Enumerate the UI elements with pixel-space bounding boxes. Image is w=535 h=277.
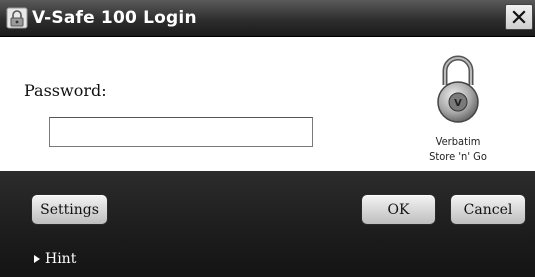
triangle-right-icon [34, 255, 40, 263]
password-label: Password: [24, 81, 107, 100]
brand-name: Verbatim [435, 135, 481, 148]
window-title: V-Safe 100 Login [32, 8, 197, 28]
lock-app-icon [6, 7, 28, 29]
padlock-icon: V [437, 55, 479, 123]
login-window: V-Safe 100 Login Password: V Verbatim St… [0, 0, 535, 277]
password-field[interactable] [49, 117, 313, 147]
cancel-button[interactable]: Cancel [450, 194, 526, 225]
close-icon [512, 10, 526, 24]
hint-toggle[interactable]: Hint [34, 251, 76, 267]
action-panel: Settings OK Cancel Hint [0, 171, 535, 277]
brand-product: Store 'n' Go [429, 150, 487, 163]
close-button[interactable] [505, 4, 533, 30]
hint-label: Hint [45, 251, 77, 267]
title-bar[interactable]: V-Safe 100 Login [0, 0, 535, 37]
ok-button[interactable]: OK [361, 194, 436, 225]
svg-text:V: V [454, 98, 462, 109]
login-form-area: Password: V Verbatim Store 'n' Go [0, 37, 535, 171]
settings-button[interactable]: Settings [31, 194, 108, 225]
